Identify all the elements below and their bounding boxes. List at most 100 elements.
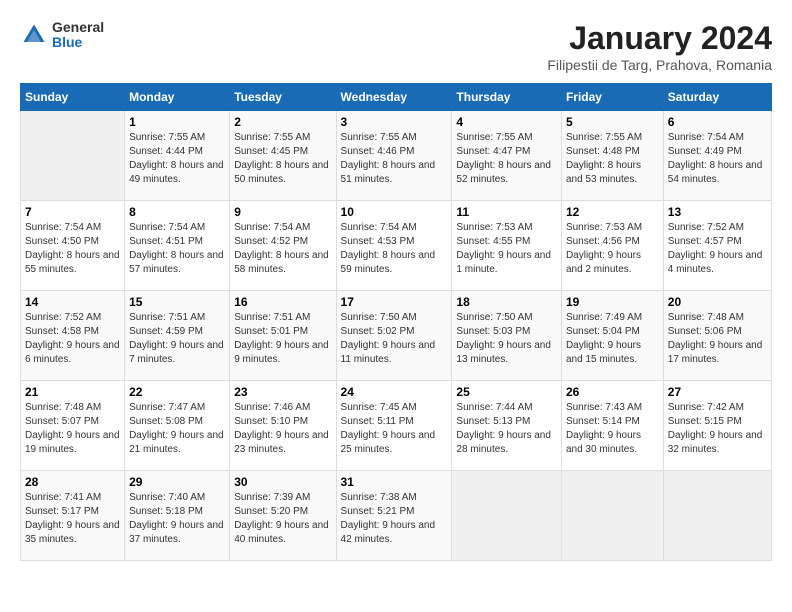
day-number: 19	[566, 295, 659, 309]
calendar-cell: 24Sunrise: 7:45 AM Sunset: 5:11 PM Dayli…	[336, 381, 452, 471]
title-section: January 2024 Filipestii de Targ, Prahova…	[547, 20, 772, 73]
day-number: 29	[129, 475, 225, 489]
calendar-cell: 6Sunrise: 7:54 AM Sunset: 4:49 PM Daylig…	[663, 111, 771, 201]
day-number: 25	[456, 385, 557, 399]
logo-text: General Blue	[52, 20, 104, 51]
day-number: 26	[566, 385, 659, 399]
calendar-cell: 10 Sunrise: 7:54 AM Sunset: 4:53 PM Dayli…	[336, 201, 452, 291]
column-header-friday: Friday	[561, 84, 663, 111]
cell-info: Sunrise: 7:55 AM Sunset: 4:47 PM Dayligh…	[456, 131, 557, 187]
calendar-cell: 4 Sunrise: 7:55 AM Sunset: 4:47 PM Daylig…	[452, 111, 562, 201]
calendar-week-row: 14 Sunrise: 7:52 AM Sunset: 4:58 PM Dayli…	[21, 291, 772, 381]
calendar-cell: 18 Sunrise: 7:50 AM Sunset: 5:03 PM Dayli…	[452, 291, 562, 381]
calendar-cell: 27Sunrise: 7:42 AM Sunset: 5:15 PM Dayli…	[663, 381, 771, 471]
calendar-cell	[21, 111, 125, 201]
day-number: 20	[668, 295, 767, 309]
column-header-thursday: Thursday	[452, 84, 562, 111]
cell-info: Sunrise: 7:51 AM Sunset: 4:59 PM Dayligh…	[129, 311, 225, 367]
cell-info: Sunrise: 7:54 AM Sunset: 4:49 PM Dayligh…	[668, 131, 767, 187]
day-number: 2	[234, 115, 331, 129]
column-header-tuesday: Tuesday	[230, 84, 336, 111]
day-number: 30	[234, 475, 331, 489]
calendar-cell: 30 Sunrise: 7:39 AM Sunset: 5:20 PM Dayli…	[230, 471, 336, 561]
calendar-cell: 7 Sunrise: 7:54 AM Sunset: 4:50 PM Daylig…	[21, 201, 125, 291]
calendar-week-row: 28 Sunrise: 7:41 AM Sunset: 5:17 PM Dayli…	[21, 471, 772, 561]
day-number: 9	[234, 205, 331, 219]
day-number: 10	[341, 205, 448, 219]
cell-info: Sunrise: 7:45 AM Sunset: 5:11 PM Dayligh…	[341, 401, 448, 457]
column-header-monday: Monday	[125, 84, 230, 111]
month-title: January 2024	[547, 20, 772, 57]
calendar-cell: 19 Sunrise: 7:49 AM Sunset: 5:04 PM Dayli…	[561, 291, 663, 381]
cell-info: Sunrise: 7:44 AM Sunset: 5:13 PM Dayligh…	[456, 401, 557, 457]
day-number: 17	[341, 295, 448, 309]
calendar-cell: 20 Sunrise: 7:48 AM Sunset: 5:06 PM Dayli…	[663, 291, 771, 381]
column-header-wednesday: Wednesday	[336, 84, 452, 111]
calendar-cell	[452, 471, 562, 561]
cell-info: Sunrise: 7:53 AM Sunset: 4:55 PM Dayligh…	[456, 221, 557, 277]
calendar-cell: 29Sunrise: 7:40 AM Sunset: 5:18 PM Dayli…	[125, 471, 230, 561]
calendar-cell: 16Sunrise: 7:51 AM Sunset: 5:01 PM Dayli…	[230, 291, 336, 381]
calendar-week-row: 7 Sunrise: 7:54 AM Sunset: 4:50 PM Daylig…	[21, 201, 772, 291]
calendar-cell: 13 Sunrise: 7:52 AM Sunset: 4:57 PM Dayli…	[663, 201, 771, 291]
calendar-cell: 9 Sunrise: 7:54 AM Sunset: 4:52 PM Daylig…	[230, 201, 336, 291]
day-number: 15	[129, 295, 225, 309]
day-number: 28	[25, 475, 120, 489]
column-header-sunday: Sunday	[21, 84, 125, 111]
day-number: 7	[25, 205, 120, 219]
logo: General Blue	[20, 20, 104, 51]
cell-info: Sunrise: 7:54 AM Sunset: 4:53 PM Dayligh…	[341, 221, 448, 277]
calendar-cell: 17 Sunrise: 7:50 AM Sunset: 5:02 PM Dayli…	[336, 291, 452, 381]
calendar-cell: 31 Sunrise: 7:38 AM Sunset: 5:21 PM Dayli…	[336, 471, 452, 561]
cell-info: Sunrise: 7:55 AM Sunset: 4:44 PM Dayligh…	[129, 131, 225, 187]
cell-info: Sunrise: 7:51 AM Sunset: 5:01 PM Dayligh…	[234, 311, 331, 367]
calendar-cell	[663, 471, 771, 561]
calendar-cell: 11 Sunrise: 7:53 AM Sunset: 4:55 PM Dayli…	[452, 201, 562, 291]
calendar-cell: 5 Sunrise: 7:55 AM Sunset: 4:48 PM Daylig…	[561, 111, 663, 201]
calendar-cell: 21Sunrise: 7:48 AM Sunset: 5:07 PM Dayli…	[21, 381, 125, 471]
day-number: 5	[566, 115, 659, 129]
cell-info: Sunrise: 7:41 AM Sunset: 5:17 PM Dayligh…	[25, 491, 120, 547]
day-number: 13	[668, 205, 767, 219]
cell-info: Sunrise: 7:54 AM Sunset: 4:50 PM Dayligh…	[25, 221, 120, 277]
location-subtitle: Filipestii de Targ, Prahova, Romania	[547, 57, 772, 73]
cell-info: Sunrise: 7:46 AM Sunset: 5:10 PM Dayligh…	[234, 401, 331, 457]
day-number: 4	[456, 115, 557, 129]
calendar-cell: 12Sunrise: 7:53 AM Sunset: 4:56 PM Dayli…	[561, 201, 663, 291]
day-number: 14	[25, 295, 120, 309]
calendar-header-row: SundayMondayTuesdayWednesdayThursdayFrid…	[21, 84, 772, 111]
calendar-cell: 14 Sunrise: 7:52 AM Sunset: 4:58 PM Dayli…	[21, 291, 125, 381]
cell-info: Sunrise: 7:49 AM Sunset: 5:04 PM Dayligh…	[566, 311, 659, 367]
day-number: 1	[129, 115, 225, 129]
day-number: 18	[456, 295, 557, 309]
cell-info: Sunrise: 7:50 AM Sunset: 5:03 PM Dayligh…	[456, 311, 557, 367]
cell-info: Sunrise: 7:55 AM Sunset: 4:46 PM Dayligh…	[341, 131, 448, 187]
cell-info: Sunrise: 7:55 AM Sunset: 4:48 PM Dayligh…	[566, 131, 659, 187]
cell-info: Sunrise: 7:52 AM Sunset: 4:57 PM Dayligh…	[668, 221, 767, 277]
cell-info: Sunrise: 7:48 AM Sunset: 5:06 PM Dayligh…	[668, 311, 767, 367]
day-number: 11	[456, 205, 557, 219]
logo-blue-text: Blue	[52, 35, 104, 50]
day-number: 23	[234, 385, 331, 399]
day-number: 31	[341, 475, 448, 489]
calendar-week-row: 1 Sunrise: 7:55 AM Sunset: 4:44 PM Daylig…	[21, 111, 772, 201]
logo-icon	[20, 21, 48, 49]
cell-info: Sunrise: 7:52 AM Sunset: 4:58 PM Dayligh…	[25, 311, 120, 367]
day-number: 27	[668, 385, 767, 399]
cell-info: Sunrise: 7:50 AM Sunset: 5:02 PM Dayligh…	[341, 311, 448, 367]
calendar-cell: 15 Sunrise: 7:51 AM Sunset: 4:59 PM Dayli…	[125, 291, 230, 381]
calendar-cell: 23 Sunrise: 7:46 AM Sunset: 5:10 PM Dayli…	[230, 381, 336, 471]
calendar-cell: 22Sunrise: 7:47 AM Sunset: 5:08 PM Dayli…	[125, 381, 230, 471]
day-number: 21	[25, 385, 120, 399]
cell-info: Sunrise: 7:54 AM Sunset: 4:52 PM Dayligh…	[234, 221, 331, 277]
calendar-week-row: 21Sunrise: 7:48 AM Sunset: 5:07 PM Dayli…	[21, 381, 772, 471]
day-number: 8	[129, 205, 225, 219]
calendar-cell	[561, 471, 663, 561]
calendar-cell: 1 Sunrise: 7:55 AM Sunset: 4:44 PM Daylig…	[125, 111, 230, 201]
cell-info: Sunrise: 7:53 AM Sunset: 4:56 PM Dayligh…	[566, 221, 659, 277]
cell-info: Sunrise: 7:38 AM Sunset: 5:21 PM Dayligh…	[341, 491, 448, 547]
column-header-saturday: Saturday	[663, 84, 771, 111]
cell-info: Sunrise: 7:43 AM Sunset: 5:14 PM Dayligh…	[566, 401, 659, 457]
calendar-cell: 2Sunrise: 7:55 AM Sunset: 4:45 PM Daylig…	[230, 111, 336, 201]
cell-info: Sunrise: 7:39 AM Sunset: 5:20 PM Dayligh…	[234, 491, 331, 547]
